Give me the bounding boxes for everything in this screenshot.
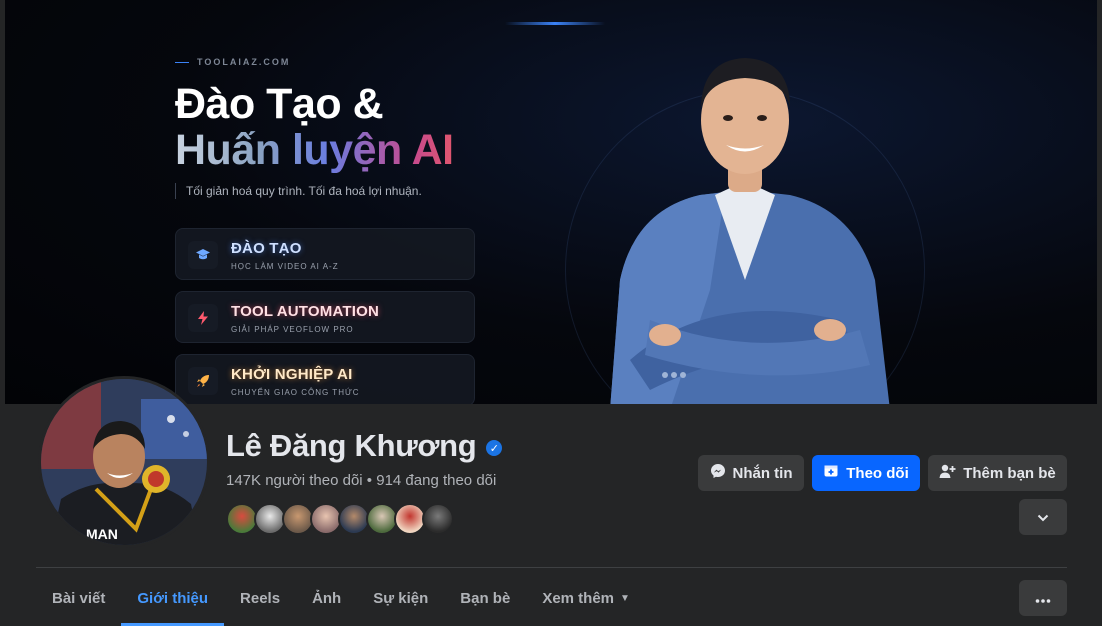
lightning-icon [188,304,218,332]
avatar-photo: MAN [41,379,207,545]
tab-label: Sự kiện [373,589,429,607]
site-label: TOOLAIAZ.COM [197,57,291,67]
graduation-cap-icon [188,241,218,269]
tab-label: Ảnh [312,589,342,607]
service-subtitle: HỌC LÀM VIDEO AI A-Z [231,262,339,271]
service-title: ĐÀO TẠO [231,240,302,257]
follow-button[interactable]: Theo dõi [812,455,920,491]
add-friend-button[interactable]: Thêm bạn bè [928,455,1067,491]
chevron-down-icon [1037,509,1049,526]
tab-label: Reels [240,589,281,607]
cover-glow-line [505,22,605,25]
profile-name-row: Lê Đăng Khương ✓ [226,428,503,464]
service-subtitle: GIẢI PHÁP VEOFLOW PRO [231,325,354,334]
add-friend-icon [939,463,956,483]
header-divider [36,567,1067,568]
tab-events[interactable]: Sự kiện [357,574,444,622]
mutual-friends-avatars[interactable] [226,503,454,535]
profile-more-dropdown-button[interactable] [1019,499,1067,535]
service-title: TOOL AUTOMATION [231,303,379,320]
more-options-button[interactable] [1019,580,1067,616]
rocket-icon [188,367,218,395]
follower-stats[interactable]: 147K người theo dõi • 914 đang theo dõi [226,472,496,489]
tab-label: Bài viết [52,589,106,607]
service-title: KHỞI NGHIỆP AI [231,366,353,383]
service-subtitle: CHUYỂN GIAO CÔNG THỨC [231,388,360,397]
tab-photos[interactable]: Ảnh [296,574,357,622]
profile-tabs: Bài viết Giới thiệu Reels Ảnh Sự kiện Bạ… [36,574,646,626]
cover-title-line1: Đào Tạo & [175,80,384,128]
tab-about[interactable]: Giới thiệu [121,574,224,626]
svg-text:MAN: MAN [86,526,118,542]
tab-see-more[interactable]: Xem thêm ▼ [526,574,646,622]
service-card-automation: TOOL AUTOMATION GIẢI PHÁP VEOFLOW PRO [175,291,475,343]
mutual-avatar[interactable] [422,503,454,535]
tab-label: Bạn bè [460,589,511,607]
verified-badge-icon[interactable]: ✓ [486,440,503,456]
avatar-runner-image: MAN [41,379,207,545]
service-card-startup: KHỞI NGHIỆP AI CHUYỂN GIAO CÔNG THỨC [175,354,475,404]
profile-name[interactable]: Lê Đăng Khương [226,428,477,464]
tab-reels[interactable]: Reels [224,574,296,622]
message-label: Nhắn tin [732,464,793,482]
tab-label: Giới thiệu [137,589,209,607]
follow-label: Theo dõi [846,464,909,482]
add-friend-label: Thêm bạn bè [963,464,1056,482]
tab-friends[interactable]: Bạn bè [444,574,526,622]
cover-site-tag: TOOLAIAZ.COM [175,57,290,67]
tab-label: Xem thêm [542,589,615,607]
ellipsis-icon [1035,590,1051,607]
caret-down-icon: ▼ [620,592,630,604]
follow-icon [823,463,839,483]
tab-posts[interactable]: Bài viết [36,574,121,622]
cover-title-line2: Huấn luyện AI [175,126,454,174]
cover-photo[interactable]: TOOLAIAZ.COM Đào Tạo & Huấn luyện AI Tối… [5,0,1097,404]
message-button[interactable]: Nhắn tin [698,455,804,491]
messenger-icon [710,463,726,483]
dash-divider [175,61,189,63]
service-card-training: ĐÀO TẠO HỌC LÀM VIDEO AI A-Z [175,228,475,280]
cover-tagline: Tối giản hoá quy trình. Tối đa hoá lợi n… [175,183,422,199]
profile-avatar[interactable]: MAN [38,376,210,548]
cover-person-image [610,58,890,404]
